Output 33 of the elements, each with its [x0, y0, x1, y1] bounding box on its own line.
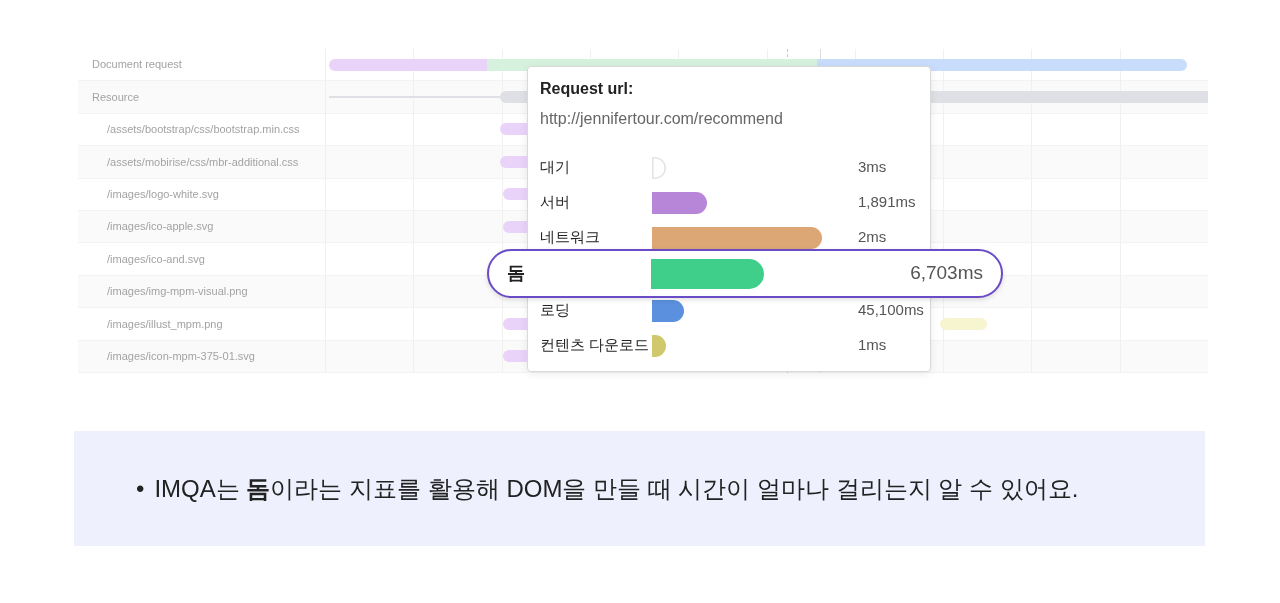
resource-label: /assets/mobirise/css/mbr-additional.css — [107, 154, 299, 170]
resource-label: Document request — [92, 57, 182, 73]
resource-label: /images/ico-apple.svg — [107, 219, 214, 235]
timing-value: 1,891ms — [858, 192, 916, 213]
timing-value: 2ms — [858, 227, 887, 248]
resource-label: /images/logo-white.svg — [107, 187, 219, 202]
timeline-bar — [503, 317, 528, 330]
request-url: http://jennifertour.com/recommend — [540, 109, 784, 129]
tooltip-title: Request url: — [540, 79, 635, 99]
timing-value: 6,703ms — [910, 261, 983, 286]
timing-label: 로딩 — [540, 300, 571, 321]
timing-value: 45,100ms — [858, 300, 924, 321]
timeline-bar — [500, 123, 528, 136]
timing-label: 대기 — [540, 157, 571, 178]
timing-label: 네트워크 — [540, 227, 601, 248]
timeline-bar — [503, 220, 528, 233]
resource-label: /images/illust_mpm.png — [107, 316, 223, 332]
resource-label: Resource — [92, 89, 140, 105]
timing-value: 3ms — [858, 157, 887, 178]
resource-label: /images/ico-and.svg — [107, 251, 205, 267]
timing-label: 돔 — [507, 262, 526, 285]
resource-label: /images/icon-mpm-375-01.svg — [107, 348, 255, 364]
timing-label: 컨텐츠 다운로드 — [540, 335, 651, 356]
timing-label: 서버 — [540, 192, 571, 213]
timeline-bar — [503, 350, 528, 363]
timeline-bar — [940, 317, 987, 330]
timing-value: 1ms — [858, 335, 887, 356]
timeline-bar — [500, 155, 528, 168]
resource-label: /images/img-mpm-visual.png — [107, 284, 248, 300]
bullet-icon: • — [136, 470, 145, 507]
timeline-bar — [503, 188, 528, 201]
resource-label: /assets/bootstrap/css/bootstrap.min.css — [107, 122, 300, 138]
caption-text: IMQA는 돔이라는 지표를 활용해 DOM을 만들 때 시간이 얼마나 걸리는지 알 수 있어요. — [154, 473, 1079, 504]
